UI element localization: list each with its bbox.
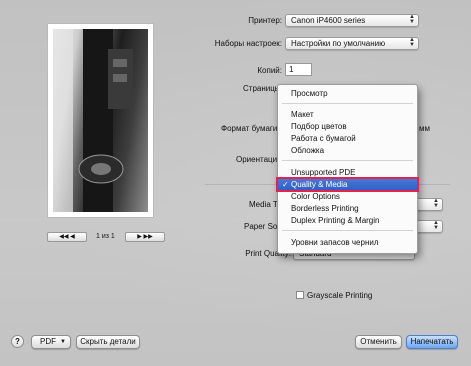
menu-item-ink-levels[interactable]: Уровни запасов чернил xyxy=(278,237,417,248)
menu-item-paper-handling[interactable]: Работа с бумагой xyxy=(278,133,417,144)
menu-separator xyxy=(282,230,413,231)
menu-item-cover[interactable]: Обложка xyxy=(278,145,417,156)
printer-popup[interactable]: Canon iP4600 series ▲ ▼ xyxy=(285,14,419,27)
updown-arrows-icon: ▲ ▼ xyxy=(409,37,415,48)
pdf-label: PDF xyxy=(40,337,56,346)
copies-field[interactable]: 1 xyxy=(285,63,312,76)
menu-item-unsupported-pde[interactable]: Unsupported PDE xyxy=(278,167,417,178)
presets-popup[interactable]: Настройки по умолчанию ▲ ▼ xyxy=(285,37,419,50)
menu-item-borderless-printing[interactable]: Borderless Printing xyxy=(278,203,417,214)
menu-item-layout[interactable]: Макет xyxy=(278,109,417,120)
menu-separator xyxy=(282,103,413,104)
menu-item-duplex-printing[interactable]: Duplex Printing & Margin xyxy=(278,215,417,226)
menu-item-preview[interactable]: Просмотр xyxy=(278,88,417,99)
grayscale-label: Grayscale Printing xyxy=(307,291,373,300)
updown-arrows-icon: ▲ ▼ xyxy=(409,14,415,25)
menu-item-label: Quality & Media xyxy=(291,180,348,189)
updown-arrows-icon: ▲ ▼ xyxy=(433,198,439,209)
presets-label: Наборы настроек: xyxy=(214,39,282,48)
presets-value: Настройки по умолчанию xyxy=(291,39,386,48)
page-indicator: 1 из 1 xyxy=(96,233,115,240)
cancel-button[interactable]: Отменить xyxy=(355,335,402,349)
menu-item-color-options[interactable]: Color Options xyxy=(278,191,417,202)
paper-format-label: Формат бумаги xyxy=(221,124,278,133)
orientation-label: Ориентация xyxy=(236,155,282,164)
pages-label: Страницы xyxy=(243,84,281,93)
menu-item-color-matching[interactable]: Подбор цветов xyxy=(278,121,417,132)
print-button[interactable]: Напечатать xyxy=(406,335,458,349)
menu-separator xyxy=(282,160,413,161)
pdf-button[interactable]: PDF ▼ xyxy=(31,335,71,349)
paper-format-unit: мм xyxy=(419,124,430,133)
preview-photo xyxy=(53,29,148,212)
printer-value: Canon iP4600 series xyxy=(291,16,366,25)
print-dialog: ◀◀ ◀ 1 из 1 ▶ ▶▶ Принтер: Canon iP4600 s… xyxy=(0,0,471,366)
next-last-page-buttons[interactable]: ▶ ▶▶ xyxy=(125,232,165,242)
hide-details-button[interactable]: Скрыть детали xyxy=(76,335,140,349)
help-button[interactable]: ? xyxy=(11,335,24,348)
checkmark-icon: ✓ xyxy=(282,180,289,189)
page-preview xyxy=(47,23,154,218)
grayscale-checkbox[interactable] xyxy=(296,291,304,299)
menu-item-quality-media[interactable]: ✓ Quality & Media xyxy=(276,177,419,192)
chevron-down-icon: ▼ xyxy=(60,339,66,345)
first-prev-page-buttons[interactable]: ◀◀ ◀ xyxy=(47,232,87,242)
media-type-label: Media T xyxy=(249,200,278,209)
updown-arrows-icon: ▲ ▼ xyxy=(433,220,439,231)
section-menu: Просмотр Макет Подбор цветов Работа с бу… xyxy=(276,84,419,254)
copies-label: Копий: xyxy=(257,66,282,75)
printer-label: Принтер: xyxy=(248,16,282,25)
